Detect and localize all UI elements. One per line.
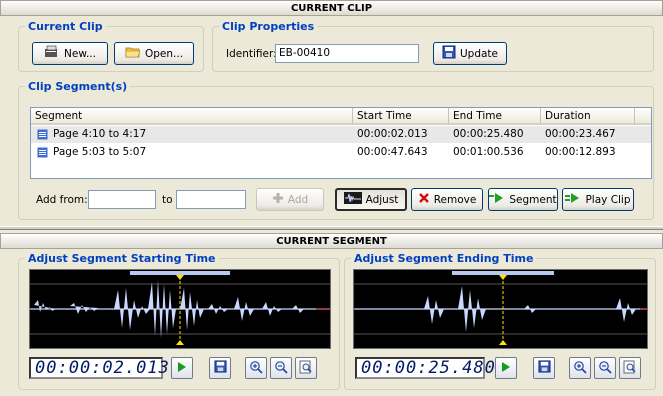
zoom-out-icon [598, 360, 612, 377]
open-clip-button[interactable]: Open... [114, 42, 194, 65]
zoom-in-icon [249, 360, 263, 377]
save-icon [213, 360, 227, 376]
update-label: Update [459, 47, 499, 60]
add-button[interactable]: Add [256, 188, 324, 211]
clip-segments-legend: Clip Segment(s) [28, 80, 128, 93]
remove-label: Remove [433, 193, 477, 206]
play-clip-icon [565, 192, 581, 207]
col-header-duration[interactable]: Duration [541, 108, 635, 125]
play-segment-icon [489, 192, 505, 207]
col-header-end[interactable]: End Time [449, 108, 541, 125]
segment-play-button[interactable]: Segment [488, 188, 558, 211]
start-waveform[interactable] [29, 269, 331, 349]
save-icon [442, 45, 456, 62]
play-icon [177, 361, 187, 376]
save-icon [537, 360, 551, 376]
plus-icon [272, 192, 284, 207]
add-from-input[interactable] [88, 190, 156, 209]
identifier-label: Identifier: [226, 48, 277, 60]
table-row[interactable]: Page 4:10 to 4:17 00:00:02.013 00:00:25.… [31, 126, 651, 143]
play-clip-label: Play Clip [585, 193, 631, 206]
end-play-button[interactable] [495, 357, 517, 379]
row-end: 00:01:00.536 [453, 146, 524, 158]
start-waveform-graphic [30, 271, 330, 345]
row-start: 00:00:47.643 [357, 146, 428, 158]
remove-button[interactable]: Remove [411, 188, 483, 211]
row-segment: Page 4:10 to 4:17 [53, 128, 147, 140]
play-clip-button[interactable]: Play Clip [562, 188, 634, 211]
clip-properties-legend: Clip Properties [222, 20, 315, 33]
identifier-input[interactable]: EB-00410 [275, 44, 419, 63]
col-header-filler [635, 108, 651, 125]
end-time-legend: Adjust Segment Ending Time [354, 252, 534, 265]
new-clip-button[interactable]: New... [32, 42, 108, 65]
col-header-segment[interactable]: Segment [31, 108, 353, 125]
row-duration: 00:00:12.893 [545, 146, 616, 158]
end-waveform-graphic [354, 271, 647, 345]
open-clip-label: Open... [144, 47, 184, 60]
splitter[interactable] [0, 226, 663, 230]
add-label: Add [287, 193, 309, 206]
start-time-display: 00:00:02.013 [29, 357, 169, 379]
table-row[interactable]: Page 5:03 to 5:07 00:00:47.643 00:01:00.… [31, 144, 651, 161]
segment-play-label: Segment [509, 193, 557, 206]
row-duration: 00:00:23.467 [545, 128, 616, 140]
adjust-label: Adjust [365, 193, 399, 206]
start-zoom-in-button[interactable] [245, 357, 267, 379]
current-clip-legend: Current Clip [28, 20, 103, 33]
start-zoom-fit-button[interactable] [295, 357, 317, 379]
start-save-button[interactable] [209, 357, 231, 379]
adjust-button[interactable]: Adjust [335, 188, 407, 211]
end-zoom-out-button[interactable] [594, 357, 616, 379]
start-play-button[interactable] [171, 357, 193, 379]
new-clip-label: New... [64, 47, 96, 60]
add-from-label: Add from: [36, 194, 88, 206]
end-waveform[interactable] [353, 269, 648, 349]
zoom-fit-icon [623, 360, 637, 377]
end-zoom-fit-button[interactable] [619, 357, 641, 379]
waveform-icon [343, 192, 362, 207]
current-segment-title: CURRENT SEGMENT [0, 233, 663, 249]
row-end: 00:00:25.480 [453, 128, 524, 140]
zoom-out-icon [274, 360, 288, 377]
start-zoom-out-button[interactable] [270, 357, 292, 379]
end-time-display: 00:00:25.480 [355, 357, 495, 379]
end-save-button[interactable] [533, 357, 555, 379]
folder-icon [125, 45, 141, 62]
new-icon [44, 45, 60, 62]
segments-table[interactable]: Segment Start Time End Time Duration Pag… [30, 107, 652, 179]
to-label: to [162, 194, 173, 206]
remove-x-icon [418, 192, 430, 207]
zoom-fit-icon [299, 360, 313, 377]
update-button[interactable]: Update [433, 42, 507, 65]
play-icon [501, 361, 511, 376]
end-zoom-in-button[interactable] [569, 357, 591, 379]
current-clip-title: CURRENT CLIP [0, 0, 663, 16]
row-segment: Page 5:03 to 5:07 [53, 146, 147, 158]
segment-icon [37, 147, 48, 164]
row-start: 00:00:02.013 [357, 128, 428, 140]
zoom-in-icon [573, 360, 587, 377]
col-header-start[interactable]: Start Time [353, 108, 449, 125]
add-to-input[interactable] [176, 190, 246, 209]
start-time-legend: Adjust Segment Starting Time [28, 252, 216, 265]
